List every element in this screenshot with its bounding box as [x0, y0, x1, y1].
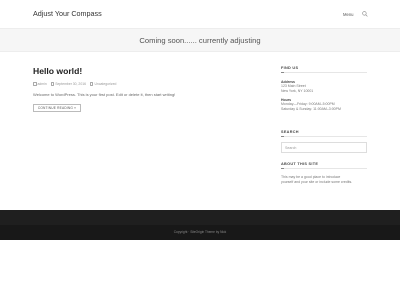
- post-excerpt: Welcome to WordPress. This is your first…: [33, 92, 176, 97]
- banner-title: Coming soon...... currently adjusting: [139, 36, 261, 45]
- hours-line: Saturday & Sunday: 11:00AM–3:00PM: [281, 107, 341, 111]
- about-text: yourself and your site or include some c…: [281, 180, 353, 184]
- search-input[interactable]: Search: [281, 142, 367, 153]
- post-author[interactable]: admin: [33, 82, 47, 86]
- widget-title-find-us: FIND US: [281, 66, 367, 73]
- widget-title-about: ABOUT THIS SITE: [281, 162, 367, 169]
- post-author-label: admin: [37, 82, 47, 86]
- nav-menu-button[interactable]: Menu: [343, 12, 353, 17]
- site-title[interactable]: Adjust Your Compass: [33, 9, 102, 18]
- post-date-label: September 30, 2016: [55, 82, 86, 86]
- post-category-label: Uncategorized: [94, 82, 117, 86]
- post-date[interactable]: September 30, 2016: [50, 82, 86, 86]
- footer-credit[interactable]: Copyright · SiteOrigin Theme by Nick: [0, 230, 400, 234]
- widget-title-search: SEARCH: [281, 130, 367, 137]
- folder-icon: [89, 82, 94, 86]
- post-meta: admin September 30, 2016 Uncategorized: [33, 82, 116, 86]
- widget-about: ABOUT THIS SITE This may be a good place…: [281, 162, 367, 185]
- user-icon: [33, 82, 37, 86]
- post-title[interactable]: Hello world!: [33, 66, 82, 76]
- continue-reading-button[interactable]: CONTINUE READING »: [33, 104, 81, 112]
- calendar-icon: [50, 82, 55, 86]
- page-banner: Coming soon...... currently adjusting: [0, 28, 400, 52]
- search-icon[interactable]: [362, 11, 368, 17]
- widget-search: SEARCH Search: [281, 130, 367, 153]
- widget-find-us: FIND US Address 123 Main Street New York…: [281, 66, 367, 112]
- site-header: Adjust Your Compass Menu: [0, 0, 400, 28]
- post-category[interactable]: Uncategorized: [89, 82, 117, 86]
